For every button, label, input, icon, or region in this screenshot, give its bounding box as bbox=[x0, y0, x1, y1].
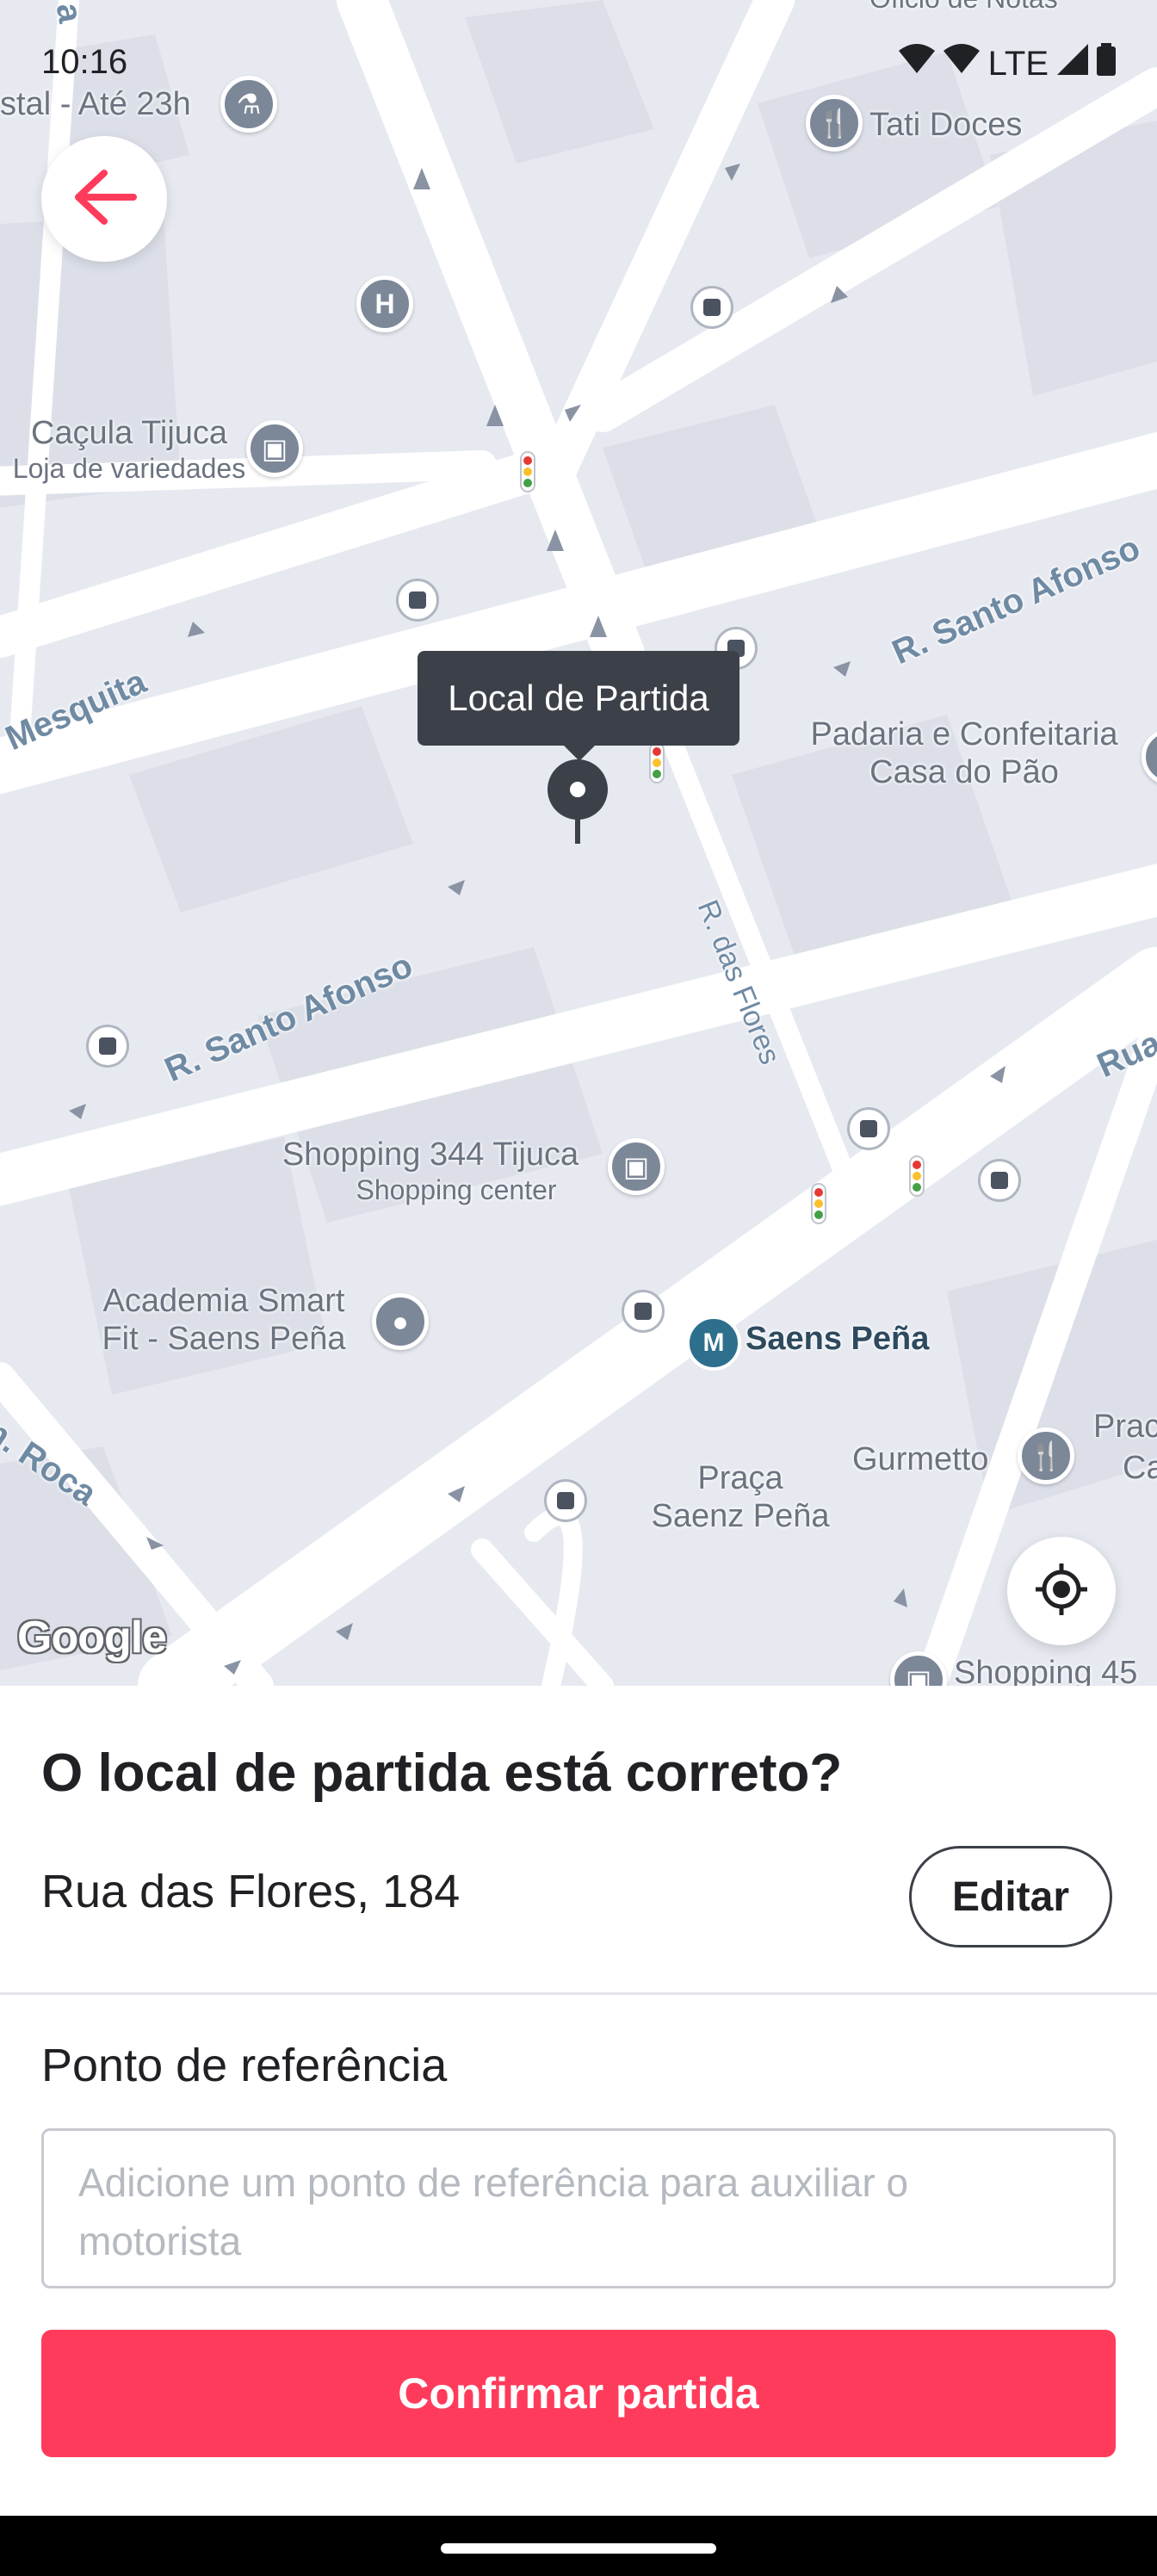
place-name: Padaria e Confeitaria bbox=[810, 716, 1118, 752]
bus-stop-icon[interactable] bbox=[86, 1025, 129, 1068]
divider bbox=[0, 1992, 1157, 1995]
bus-stop-icon[interactable] bbox=[690, 286, 733, 329]
bus-stop-icon[interactable] bbox=[396, 579, 439, 622]
place-label-gurmetto: Gurmetto bbox=[852, 1441, 989, 1477]
my-location-button[interactable] bbox=[1007, 1537, 1116, 1645]
crosshair-icon bbox=[1034, 1562, 1089, 1621]
map-view[interactable]: 10:16 LTE R. Santo Afonso R. Santo Afons… bbox=[0, 0, 1157, 1686]
reference-label: Ponto de referência bbox=[41, 2040, 448, 2091]
bus-stop-icon[interactable] bbox=[847, 1107, 890, 1150]
battery-icon bbox=[1097, 43, 1116, 84]
traffic-light-icon bbox=[649, 742, 665, 783]
pickup-confirmation-sheet: O local de partida está correto? Rua das… bbox=[0, 1686, 1157, 2576]
place-label-hostel: stal - Até 23h bbox=[0, 86, 191, 122]
confirm-pickup-button[interactable]: Confirmar partida bbox=[41, 2330, 1116, 2457]
arrow-left-icon bbox=[71, 169, 137, 229]
place-name: Caçula Tijuca bbox=[30, 415, 228, 451]
place-label-cacula: Caçula Tijuca Loja de variedades bbox=[0, 415, 258, 484]
traffic-light-icon bbox=[909, 1155, 925, 1197]
place-subtitle: Loja de variedades bbox=[12, 452, 246, 484]
place-label-ca: Ca bbox=[1123, 1450, 1157, 1486]
place-name: Praça bbox=[697, 1460, 783, 1496]
place-name: Fit - Saens Peña bbox=[102, 1320, 346, 1357]
wifi-icon bbox=[943, 44, 980, 84]
place-label-shopping-344: Shopping 344 Tijuca Shopping center bbox=[258, 1136, 603, 1205]
place-label-prac: Prac bbox=[1093, 1409, 1157, 1445]
place-subtitle: Shopping center bbox=[356, 1173, 557, 1205]
place-label-padaria: Padaria e Confeitaria Casa do Pão bbox=[792, 716, 1136, 791]
gym-icon[interactable]: ● bbox=[372, 1293, 429, 1350]
place-label-tati-doces: Tati Doces bbox=[869, 107, 1023, 143]
pickup-pin-icon[interactable] bbox=[546, 758, 609, 848]
status-time: 10:16 bbox=[41, 43, 128, 81]
pickup-tooltip: Local de Partida bbox=[418, 651, 739, 746]
place-label-academia: Academia Smart Fit - Saens Peña bbox=[77, 1283, 370, 1358]
place-label-top-partial: Oficio de Notas bbox=[869, 0, 1058, 15]
edit-button[interactable]: Editar bbox=[909, 1846, 1112, 1947]
signal-icon bbox=[1057, 44, 1088, 84]
wifi-icon bbox=[898, 44, 935, 84]
place-name: Academia Smart bbox=[102, 1283, 345, 1319]
reference-input[interactable]: Adicione um ponto de referência para aux… bbox=[41, 2128, 1116, 2288]
pickup-address: Rua das Flores, 184 bbox=[41, 1866, 461, 1917]
traffic-light-icon bbox=[520, 451, 535, 492]
google-attribution: Google bbox=[17, 1613, 167, 1663]
place-label-saens-pena: Saens Peña bbox=[746, 1321, 930, 1357]
bus-stop-icon[interactable] bbox=[544, 1479, 587, 1522]
place-name: Shopping 344 Tijuca bbox=[282, 1136, 579, 1173]
restaurant-icon[interactable]: 🍴 bbox=[806, 95, 863, 152]
network-type: LTE bbox=[987, 44, 1049, 83]
traffic-light-icon bbox=[811, 1183, 826, 1224]
place-name: Saenz Peña bbox=[651, 1497, 830, 1534]
home-gesture-handle[interactable] bbox=[441, 2543, 716, 2554]
hospital-icon[interactable]: H bbox=[356, 276, 413, 332]
bus-stop-icon[interactable] bbox=[622, 1290, 665, 1333]
pharmacy-icon[interactable]: ⚗ bbox=[220, 76, 277, 133]
status-icons: LTE bbox=[898, 43, 1116, 84]
shopping-bag-icon[interactable]: ▣ bbox=[608, 1138, 665, 1195]
metro-icon[interactable]: M bbox=[686, 1316, 741, 1371]
back-button[interactable] bbox=[41, 136, 167, 262]
restaurant-icon[interactable]: 🍴 bbox=[1018, 1427, 1074, 1484]
sheet-title: O local de partida está correto? bbox=[41, 1743, 843, 1803]
place-label-shopping-45: Shopping 45 bbox=[954, 1655, 1138, 1686]
place-name: Casa do Pão bbox=[869, 753, 1059, 790]
shopping-bag-icon[interactable]: ▣ bbox=[246, 420, 303, 477]
place-label-praca: Praça Saenz Peña bbox=[637, 1460, 844, 1535]
bus-stop-icon[interactable] bbox=[978, 1159, 1021, 1202]
